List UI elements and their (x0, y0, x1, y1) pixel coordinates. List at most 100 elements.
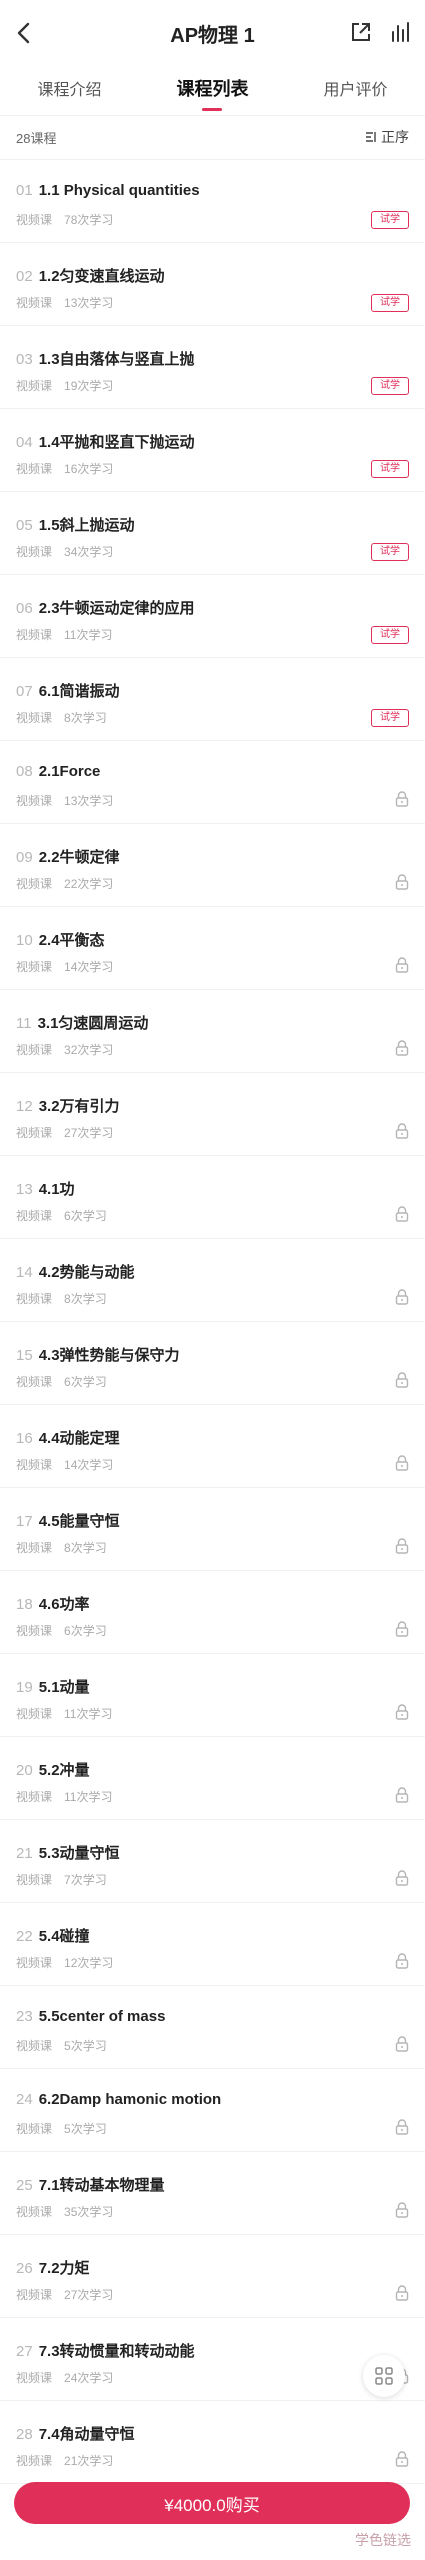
list-item[interactable]: 06 2.3牛顿运动定律的应用 视频课 11次学习 试学 (0, 575, 425, 658)
lesson-title: 28 7.4角动量守恒 (16, 2423, 135, 2444)
list-item[interactable]: 13 4.1功视频课 6次学习 (0, 1156, 425, 1239)
list-item[interactable]: 28 7.4角动量守恒 视频课 21次学习 (0, 2401, 425, 2484)
lesson-title: 26 7.2力矩 (16, 2257, 90, 2278)
lesson-meta: 视频课 27次学习 (16, 2286, 113, 2303)
trial-badge[interactable]: 试学 (371, 294, 409, 312)
trial-badge[interactable]: 试学 (371, 543, 409, 561)
stats-icon[interactable] (389, 20, 413, 44)
sort-toggle[interactable]: 正序 (365, 127, 409, 147)
lesson-views: 19次学习 (64, 379, 114, 393)
list-item[interactable]: 17 4.5能量守恒 视频课 8次学习 (0, 1488, 425, 1571)
lock-icon (395, 1206, 409, 1222)
lesson-number: 28 (16, 2426, 33, 2443)
lesson-views: 14次学习 (64, 960, 114, 974)
lesson-meta: 视频课 8次学习 (16, 1290, 107, 1307)
list-item[interactable]: 20 5.2冲量 视频课 11次学习 (0, 1737, 425, 1820)
lesson-title: 07 6.1简谐振动 (16, 680, 120, 701)
lesson-number: 05 (16, 517, 33, 534)
lesson-title-text: 2.1Force (38, 763, 101, 780)
tab-course-intro[interactable]: 课程介绍 (29, 66, 109, 110)
sort-icon (366, 132, 376, 142)
list-item[interactable]: 23 5.5center of mass 视频课 5次学习 (0, 1986, 425, 2069)
lesson-type: 视频课 (16, 2371, 53, 2385)
tab-course-list[interactable]: 课程列表 (168, 65, 256, 111)
trial-badge[interactable]: 试学 (371, 626, 409, 644)
lesson-meta: 视频课 22次学习 (16, 875, 113, 892)
buy-button[interactable]: ¥4000.0购买 (14, 2482, 410, 2524)
lesson-title: 21 5.3动量守恒 (16, 1842, 120, 1863)
lesson-title-text: 3.1匀速圆周运动 (37, 1015, 149, 1032)
list-item[interactable]: 10 2.4平衡态 视频课 14次学习 (0, 907, 425, 990)
lesson-meta: 视频课 13次学习 (16, 792, 113, 809)
lesson-title-text: 4.4动能定理 (38, 1430, 120, 1447)
lesson-number: 27 (16, 2343, 33, 2360)
lesson-title: 13 4.1功 (16, 1178, 75, 1199)
lesson-number: 26 (16, 2260, 33, 2277)
lesson-title-text: 2.4平衡态 (38, 932, 105, 949)
lesson-meta: 视频课 32次学习 (16, 1041, 113, 1058)
lesson-title: 16 4.4动能定理 (16, 1427, 120, 1448)
list-item[interactable]: 12 3.2万有引力 视频课 27次学习 (0, 1073, 425, 1156)
list-item[interactable]: 01 1.1 Physical quantities 视频课 78次学习 试学 (0, 160, 425, 243)
lesson-type: 视频课 (16, 545, 53, 559)
lesson-views: 13次学习 (64, 794, 114, 808)
lesson-type: 视频课 (16, 213, 53, 227)
floating-grid-button[interactable] (363, 2355, 405, 2397)
trial-badge[interactable]: 试学 (371, 460, 409, 478)
lesson-title: 04 1.4平抛和竖直下抛运动 (16, 431, 195, 452)
nav-bar: AP物理 1 (0, 6, 425, 60)
lesson-views: 6次学习 (64, 1209, 107, 1223)
lesson-views: 8次学习 (64, 1292, 107, 1306)
list-item[interactable]: 19 5.1动量 视频课 11次学习 (0, 1654, 425, 1737)
list-item[interactable]: 11 3.1匀速圆周运动 视频课 32次学习 (0, 990, 425, 1073)
list-item[interactable]: 05 1.5斜上抛运动 视频课 34次学习 试学 (0, 492, 425, 575)
lesson-title: 23 5.5center of mass (16, 2008, 165, 2025)
lesson-title-text: 4.2势能与动能 (38, 1264, 135, 1281)
lesson-type: 视频课 (16, 628, 53, 642)
list-item[interactable]: 14 4.2势能与动能视频课 8次学习 (0, 1239, 425, 1322)
list-item[interactable]: 02 1.2匀变速直线运动 视频课 13次学习 试学 (0, 243, 425, 326)
list-item[interactable]: 26 7.2力矩视频课 27次学习 (0, 2235, 425, 2318)
lock-icon (395, 1704, 409, 1720)
lesson-views: 6次学习 (64, 1624, 107, 1638)
list-item[interactable]: 16 4.4动能定理 视频课 14次学习 (0, 1405, 425, 1488)
lesson-title: 14 4.2势能与动能 (16, 1261, 135, 1282)
lesson-title-text: 5.3动量守恒 (38, 1845, 120, 1862)
list-item[interactable]: 08 2.1Force 视频课 13次学习 (0, 741, 425, 824)
lesson-meta: 视频课 11次学习 (16, 1705, 112, 1722)
lesson-title-text: 7.3转动惯量和转动动能 (38, 2343, 195, 2360)
list-item[interactable]: 15 4.3弹性势能与保守力 视频课 6次学习 (0, 1322, 425, 1405)
list-item[interactable]: 07 6.1简谐振动 视频课 8次学习 试学 (0, 658, 425, 741)
lesson-title-text: 4.1功 (38, 1181, 75, 1198)
list-item[interactable]: 03 1.3自由落体与竖直上抛 视频课 19次学习 试学 (0, 326, 425, 409)
lock-icon (395, 1123, 409, 1139)
lesson-number: 12 (16, 1098, 33, 1115)
list-item[interactable]: 09 2.2牛顿定律 视频课 22次学习 (0, 824, 425, 907)
lesson-meta: 视频课 6次学习 (16, 1207, 107, 1224)
share-icon[interactable] (349, 20, 373, 44)
lesson-meta: 视频课 16次学习 (16, 460, 113, 477)
list-item[interactable]: 21 5.3动量守恒 视频课 7次学习 (0, 1820, 425, 1903)
back-arrow-icon[interactable] (12, 20, 38, 46)
trial-badge[interactable]: 试学 (371, 211, 409, 229)
sort-label: 正序 (381, 129, 409, 145)
lesson-title-text: 6.2Damp hamonic motion (38, 2091, 222, 2108)
lesson-title: 12 3.2万有引力 (16, 1095, 120, 1116)
lesson-number: 19 (16, 1679, 33, 1696)
lesson-type: 视频课 (16, 1707, 53, 1721)
list-item[interactable]: 27 7.3转动惯量和转动动能 视频课 24次学习 (0, 2318, 425, 2401)
lesson-number: 20 (16, 1762, 33, 1779)
list-item[interactable]: 22 5.4碰撞 视频课 12次学习 (0, 1903, 425, 1986)
lesson-title-text: 5.4碰撞 (38, 1928, 90, 1945)
tab-user-reviews[interactable]: 用户评价 (315, 66, 395, 110)
trial-badge[interactable]: 试学 (371, 377, 409, 395)
lesson-title: 06 2.3牛顿运动定律的应用 (16, 597, 195, 618)
lesson-number: 18 (16, 1596, 33, 1613)
trial-badge[interactable]: 试学 (371, 709, 409, 727)
lesson-title: 24 6.2Damp hamonic motion (16, 2091, 221, 2108)
list-item[interactable]: 24 6.2Damp hamonic motion 视频课 5次学习 (0, 2069, 425, 2152)
list-item[interactable]: 04 1.4平抛和竖直下抛运动视频课 16次学习 试学 (0, 409, 425, 492)
lesson-type: 视频课 (16, 379, 53, 393)
list-item[interactable]: 25 7.1转动基本物理量 视频课 35次学习 (0, 2152, 425, 2235)
list-item[interactable]: 18 4.6功率 视频课 6次学习 (0, 1571, 425, 1654)
